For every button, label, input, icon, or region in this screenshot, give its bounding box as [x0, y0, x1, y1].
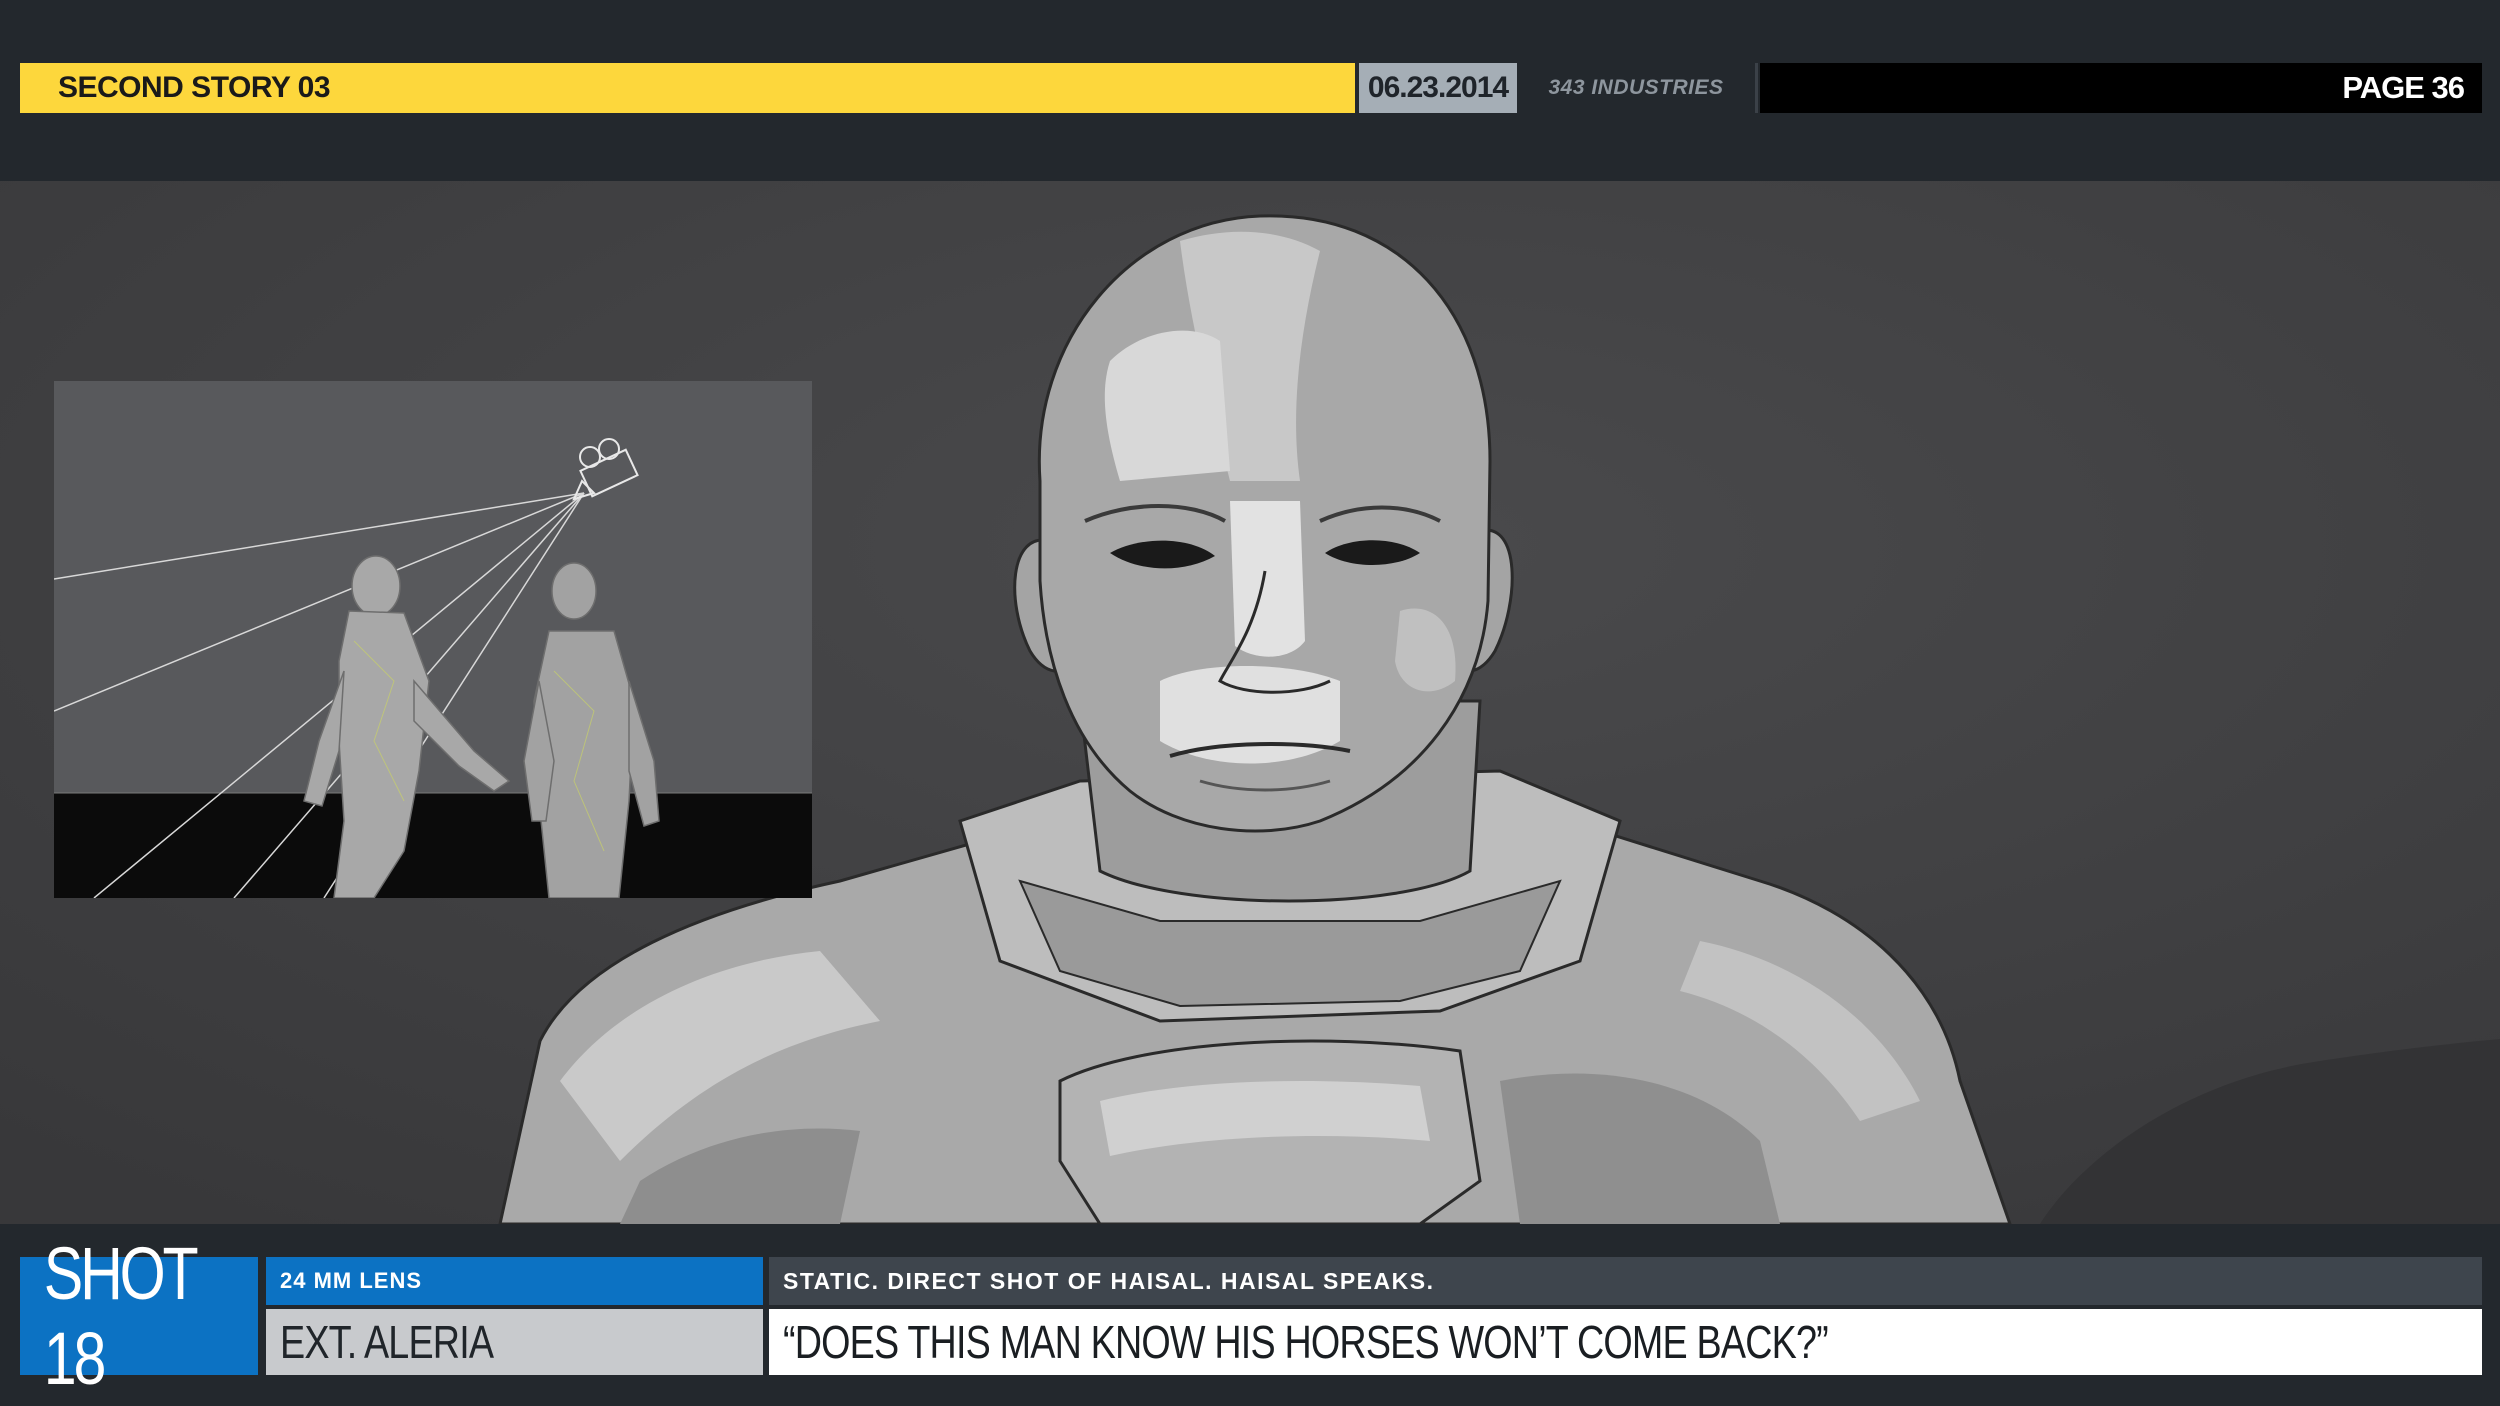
- shot-description: STATIC. DIRECT SHOT OF HAISAL. HAISAL SP…: [769, 1257, 2482, 1305]
- shot-number: SHOT 18: [20, 1232, 258, 1400]
- studio-logo: 343 INDUSTRIES: [1517, 63, 1758, 113]
- lens-label: 24 MM LENS: [266, 1257, 763, 1305]
- page-number: PAGE 36: [1760, 63, 2482, 113]
- previs-inset-image: [54, 381, 812, 898]
- location-label: EXT. ALERIA: [266, 1309, 763, 1375]
- header-bar: SECOND STORY 03 06.23.2014 343 INDUSTRIE…: [20, 63, 2482, 113]
- dialogue-line: “DOES THIS MAN KNOW HIS HORSES WON’T COM…: [769, 1309, 2482, 1375]
- storyboard-frame: [0, 181, 2500, 1224]
- date-label: 06.23.2014: [1359, 63, 1517, 113]
- project-title: SECOND STORY 03: [20, 63, 1355, 113]
